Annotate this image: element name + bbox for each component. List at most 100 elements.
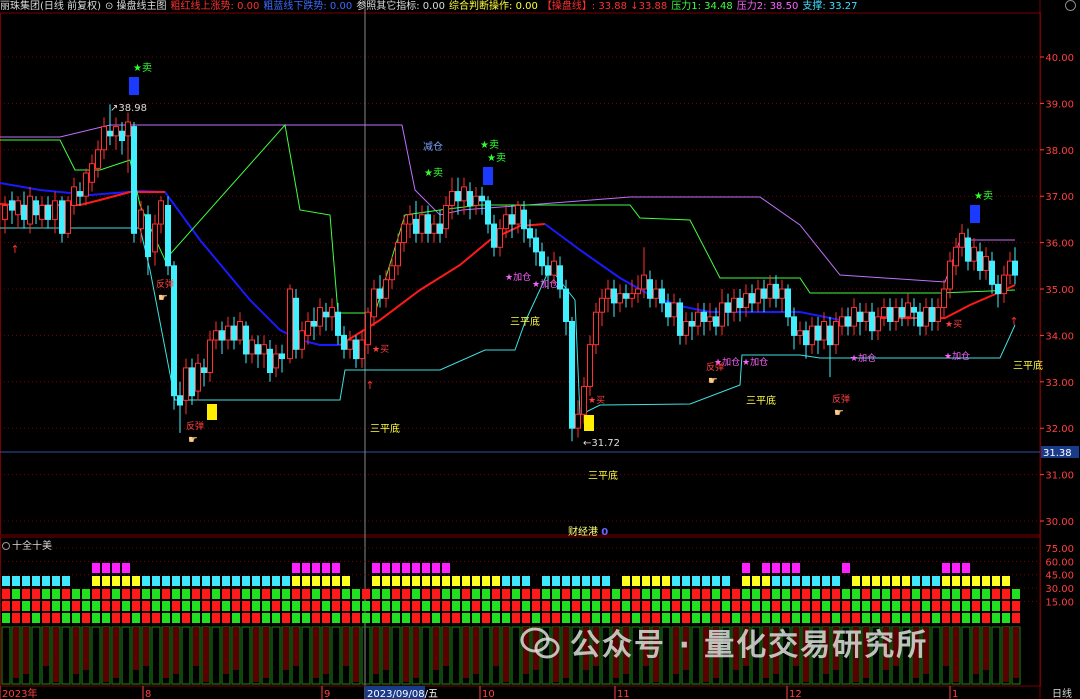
sub-signal-block	[1012, 589, 1020, 599]
sub-signal-block	[42, 601, 50, 611]
sub-fill-bar	[23, 627, 29, 674]
sub-signal-block	[472, 613, 480, 623]
up-arrow-icon: ↑	[1009, 315, 1018, 328]
candle-down	[869, 311, 875, 332]
sub-fill-bar	[433, 627, 439, 670]
sub-cyan-block	[222, 576, 230, 586]
candle-down	[485, 200, 491, 225]
candle-down	[857, 311, 863, 322]
candle-up	[225, 325, 231, 341]
sub-signal-block	[92, 601, 100, 611]
sub-cyan-block	[272, 576, 280, 586]
candle-up	[371, 288, 377, 318]
sub-signal-block	[1002, 589, 1010, 599]
candle-up	[365, 311, 371, 346]
sub-signal-block	[362, 589, 370, 599]
sub-magenta-block	[412, 563, 420, 573]
sub-tick-label: 15.00	[1045, 597, 1074, 608]
sub-signal-block	[2, 589, 10, 599]
sub-signal-block	[432, 613, 440, 623]
sub-cyan-block	[592, 576, 600, 586]
sub-cyan-block	[582, 576, 590, 586]
sub-cyan-block	[832, 576, 840, 586]
sub-yellow-block	[962, 576, 970, 586]
header-item-8: 压力2: 38.50	[736, 1, 799, 12]
sub-signal-block	[412, 613, 420, 623]
sub-signal-block	[282, 589, 290, 599]
sub-base-bar	[511, 626, 521, 685]
sub-tick-label: 45.00	[1045, 571, 1074, 582]
sub-tick-label: 75.00	[1045, 544, 1074, 555]
sub-signal-block	[92, 589, 100, 599]
candle-up	[953, 246, 959, 267]
sub-signal-block	[892, 601, 900, 611]
sub-signal-block	[912, 601, 920, 611]
sub-signal-block	[782, 601, 790, 611]
sub-signal-block	[772, 601, 780, 611]
sub-base-bar	[331, 626, 341, 685]
sub-signal-block	[22, 613, 30, 623]
sub-signal-block	[202, 613, 210, 623]
sub-cyan-block	[522, 576, 530, 586]
price-tick-label: 39.00	[1045, 99, 1074, 110]
news-badge[interactable]: 财经港 0	[568, 523, 608, 538]
sub-signal-block	[982, 589, 990, 599]
chart-canvas[interactable]: 40.00 39.00 38.00 37.00 36.00 35.00 34.00 33.00…	[0, 0, 1080, 699]
candle-up	[587, 344, 593, 387]
sub-signal-block	[322, 613, 330, 623]
sub-signal-block	[852, 601, 860, 611]
sub-signal-block	[602, 601, 610, 611]
sub-signal-block	[212, 589, 220, 599]
sub-signal-block	[42, 589, 50, 599]
sub-signal-block	[232, 589, 240, 599]
candle-down	[243, 325, 249, 355]
sub-cyan-block	[262, 576, 270, 586]
sub-cyan-block	[232, 576, 240, 586]
gear-icon[interactable]	[1065, 0, 1076, 11]
candle-down	[761, 288, 767, 299]
sub-signal-block	[942, 613, 950, 623]
sub-cyan-block	[152, 576, 160, 586]
candle-down	[165, 204, 171, 267]
sub-signal-block	[862, 589, 870, 599]
sub-yellow-block	[492, 576, 500, 586]
sub-fill-bar	[1013, 627, 1019, 678]
candle-up	[52, 200, 58, 220]
sub-signal-block	[202, 601, 210, 611]
candle-down	[231, 325, 237, 341]
price-tick-label: 38.00	[1045, 146, 1074, 157]
candle-up	[503, 214, 509, 230]
resist2-line	[0, 124, 1015, 283]
candle-up	[839, 316, 845, 327]
sub-signal-block	[222, 613, 230, 623]
sub-signal-block	[122, 601, 130, 611]
hand-icon: ☛	[834, 406, 844, 419]
sub-yellow-block	[882, 576, 890, 586]
sub-cyan-block	[682, 576, 690, 586]
x-tick-label: 10	[482, 689, 495, 699]
sub-signal-block	[612, 589, 620, 599]
sub-signal-block	[82, 601, 90, 611]
sub-panel-header: 十全十美	[0, 537, 52, 552]
sub-signal-block	[192, 613, 200, 623]
sub-signal-block	[572, 601, 580, 611]
candle-up	[605, 288, 611, 299]
candle-up	[1001, 274, 1007, 295]
sub-yellow-block	[132, 576, 140, 586]
sub-signal-block	[872, 601, 880, 611]
sub-signal-block	[562, 601, 570, 611]
sub-signal-block	[202, 589, 210, 599]
sub-signal-block	[402, 601, 410, 611]
indicator-toggle-icon[interactable]	[2, 542, 10, 550]
sub-signal-block	[582, 589, 590, 599]
candle-down	[677, 302, 683, 336]
add-position-label: ★加仓	[850, 352, 876, 364]
reduce-label: 减仓	[423, 140, 443, 153]
candle-down	[749, 293, 755, 304]
sub-cyan-block	[802, 576, 810, 586]
sub-signal-block	[192, 601, 200, 611]
sub-signal-block	[382, 613, 390, 623]
sub-signal-block	[242, 589, 250, 599]
sub-fill-bar	[383, 627, 389, 670]
sub-signal-block	[262, 589, 270, 599]
